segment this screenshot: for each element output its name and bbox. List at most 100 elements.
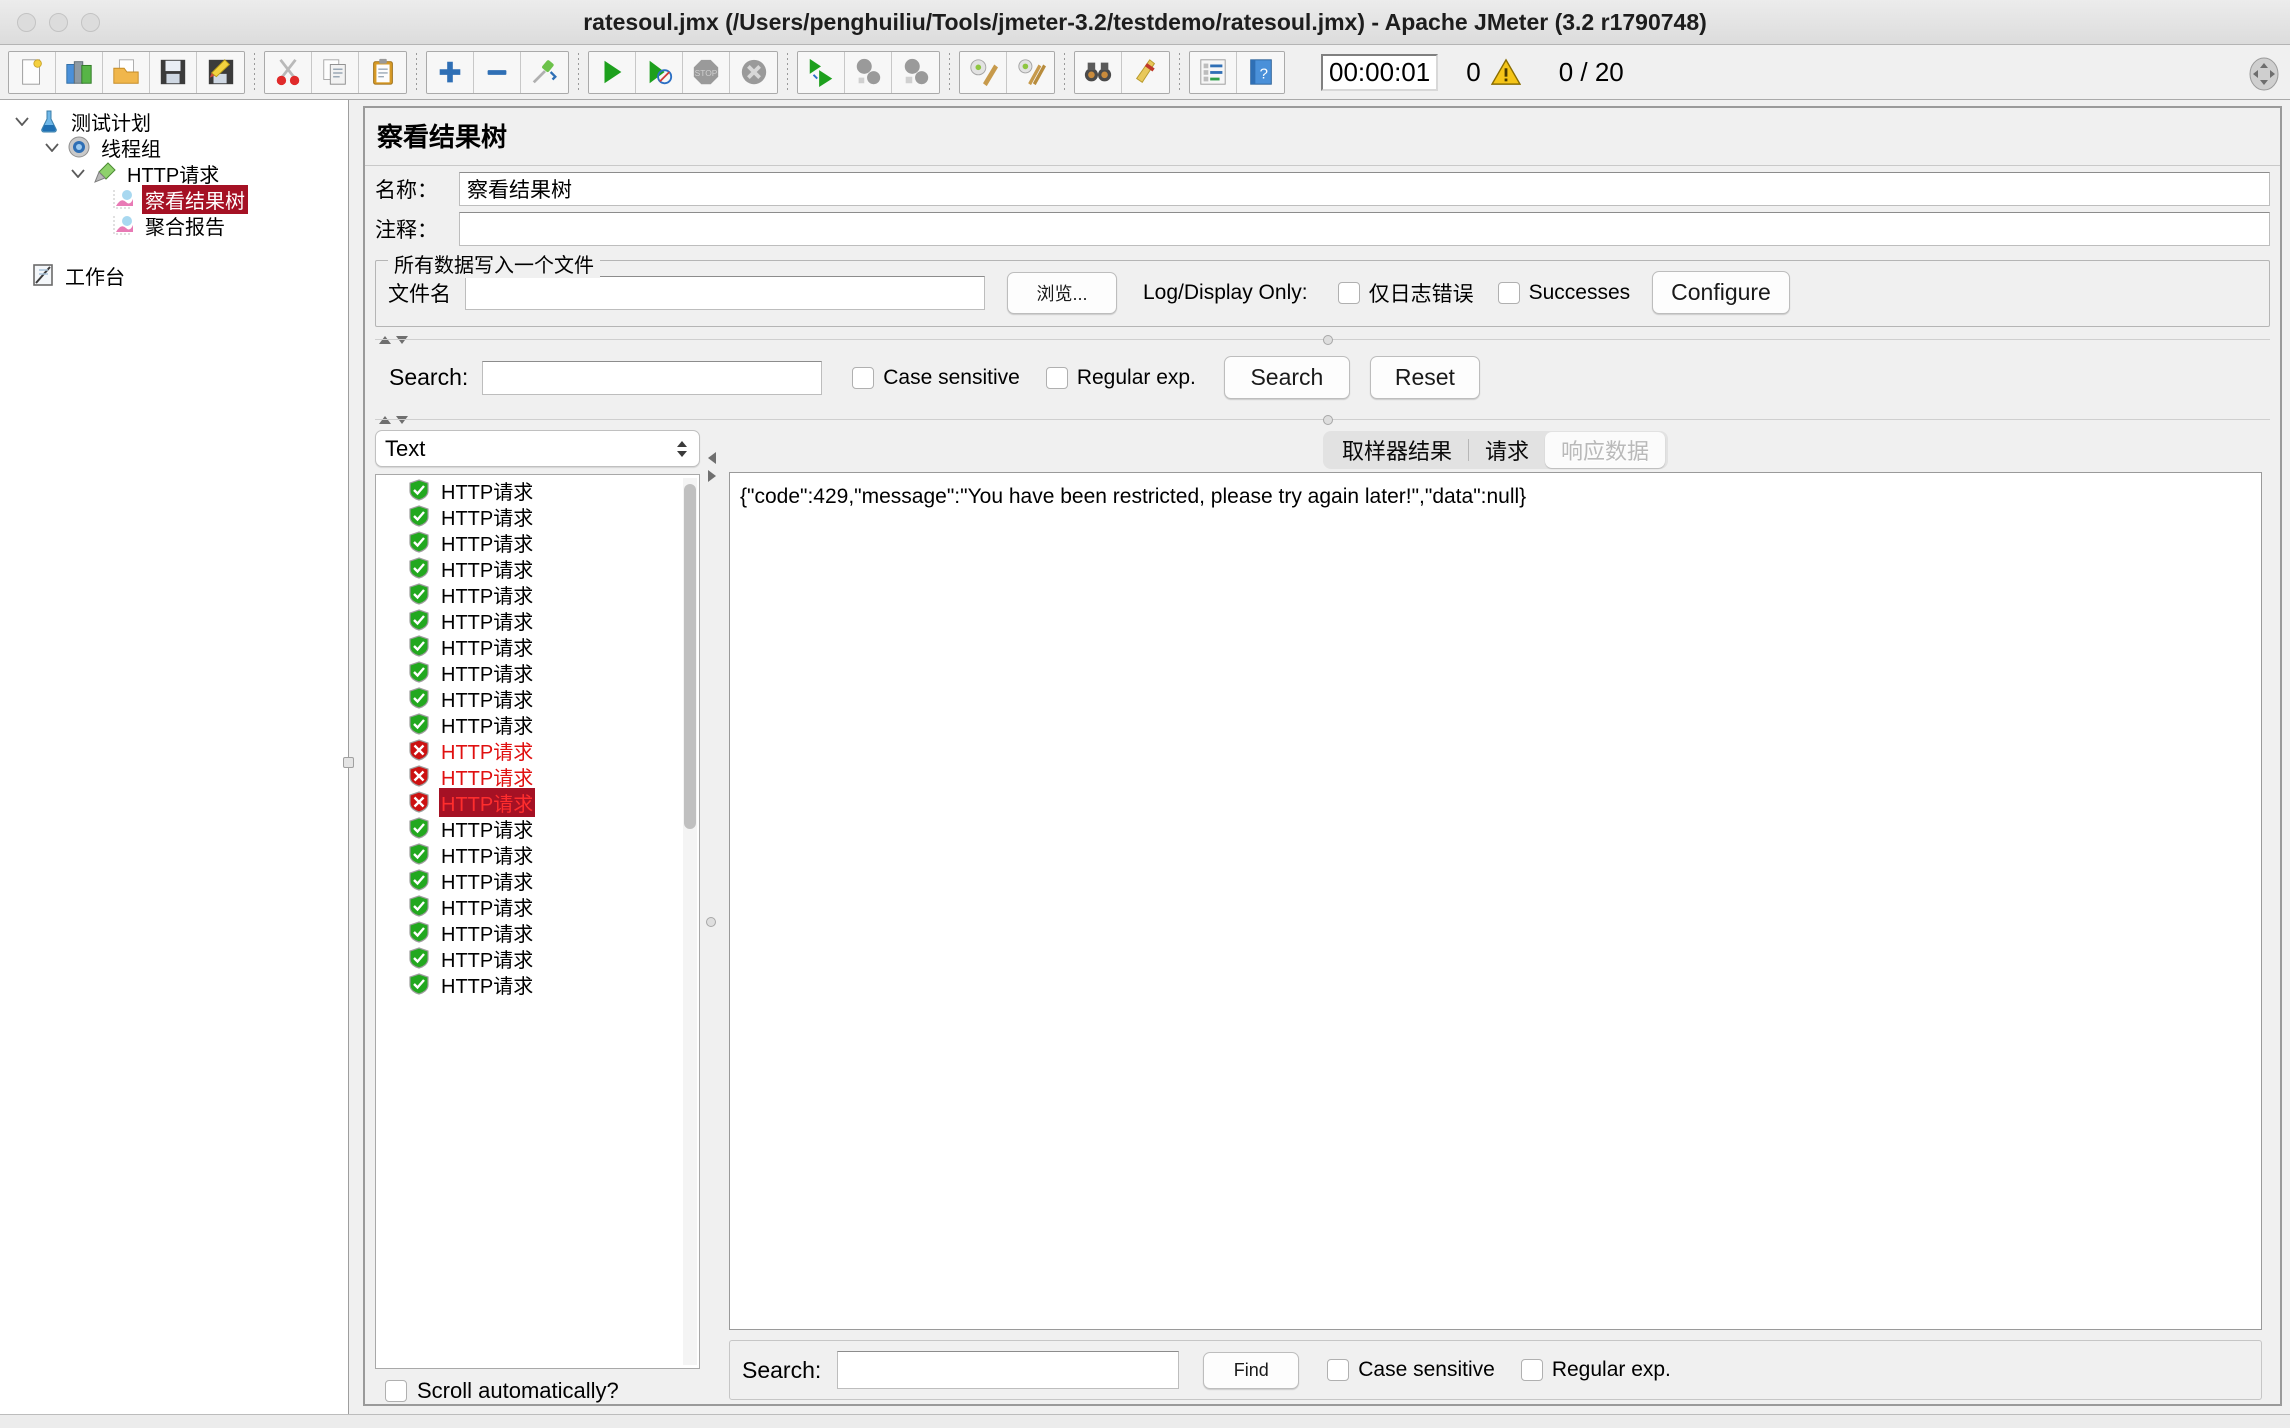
search-regex-checkbox[interactable] [1045,366,1068,389]
result-list-item[interactable]: HTTP请求 [376,737,699,764]
find-case-sensitive-checkbox[interactable] [1327,1359,1350,1381]
test-plan-tree[interactable]: 测试计划 线程组 HTTP请求 察看结果树 聚合报告 工作台 [0,100,354,1414]
result-list-item-label: HTTP请求 [441,819,534,842]
find-button[interactable]: Find [1203,1351,1300,1389]
upper-splitter[interactable] [375,331,2270,348]
copy-button[interactable] [312,51,359,93]
splitter-grip[interactable] [1322,415,1333,425]
comment-input[interactable] [459,212,2270,246]
find-regex-checkbox[interactable] [1520,1359,1543,1381]
start-button[interactable] [589,51,636,93]
remote-start-all-button[interactable] [798,51,845,93]
function-helper-button[interactable] [1190,51,1237,93]
browse-button[interactable]: 浏览... [1007,271,1117,314]
result-list-item[interactable]: HTTP请求 [376,529,699,556]
result-list-item[interactable]: HTTP请求 [376,633,699,660]
response-data-text[interactable]: {"code":429,"message":"You have been res… [729,472,2262,1330]
result-list-item[interactable]: HTTP请求 [376,477,699,504]
lower-splitter[interactable] [375,411,2270,428]
new-test-plan-button[interactable] [9,51,56,93]
result-list-item[interactable]: HTTP请求 [376,659,699,686]
find-input[interactable] [837,1351,1180,1389]
search-input[interactable] [482,360,823,395]
cut-button[interactable] [265,51,312,93]
save-as-button[interactable] [197,51,244,93]
tab-response-data[interactable]: 响应数据 [1545,432,1666,468]
results-splitter-grip[interactable] [706,917,716,927]
results-vertical-splitter[interactable] [702,430,721,1404]
reset-search-button[interactable] [1122,51,1169,93]
results-splitter-arrows[interactable] [707,452,716,482]
toggle-pin-icon-button[interactable] [521,51,568,93]
result-list-item[interactable]: HTTP请求 [376,685,699,712]
result-list-item[interactable]: HTTP请求 [376,607,699,634]
result-list-item[interactable]: HTTP请求 [376,971,699,998]
renderer-select[interactable]: Text [375,430,700,467]
templates-button[interactable] [56,51,103,93]
remote-shutdown-all-button[interactable] [892,51,939,93]
remote-stop-all-button[interactable] [845,51,892,93]
result-list-item[interactable]: HTTP请求 [376,919,699,946]
stop-button[interactable]: STOP [683,51,730,93]
chevron-down-icon[interactable] [38,142,66,152]
results-list-scrollbar-thumb[interactable] [684,484,696,829]
result-list-item[interactable]: HTTP请求 [376,841,699,868]
tree-item-view-results-tree[interactable]: 察看结果树 [0,184,348,214]
reset-button[interactable]: Reset [1369,356,1480,399]
collapse-all-button[interactable] [474,51,521,93]
paste-button[interactable] [359,51,406,93]
save-button[interactable] [150,51,197,93]
successes-checkbox-wrap[interactable]: Successes [1497,281,1630,305]
tab-request[interactable]: 请求 [1469,432,1545,468]
find-regex-wrap[interactable]: Regular exp. [1520,1358,1671,1382]
name-input[interactable]: 察看结果树 [459,172,2270,206]
result-list-item[interactable]: HTTP请求 [376,815,699,842]
search-button[interactable]: Search [1223,356,1350,399]
tree-item-test-plan[interactable]: 测试计划 [0,108,348,135]
result-list-item[interactable]: HTTP请求 [376,503,699,530]
results-list-scrollbar[interactable] [683,478,697,1365]
errors-only-checkbox-wrap[interactable]: 仅日志错误 [1337,278,1474,308]
scroll-automatically-checkbox[interactable] [385,1380,407,1402]
expand-all-button[interactable] [427,51,474,93]
tree-item-thread-group[interactable]: 线程组 [0,134,348,161]
warning-triangle-icon[interactable] [1490,58,1521,86]
help-button[interactable]: ? [1237,51,1284,93]
successes-checkbox[interactable] [1497,281,1520,304]
shutdown-button[interactable] [730,51,777,93]
chevron-updown-icon[interactable] [674,439,690,459]
search-tree-button[interactable] [1075,51,1122,93]
tree-item-http-request[interactable]: HTTP请求 [0,160,348,187]
result-list-item[interactable]: HTTP请求 [376,581,699,608]
clear-button[interactable] [960,51,1007,93]
scroll-automatically-row[interactable]: Scroll automatically? [375,1369,700,1404]
result-list-item[interactable]: HTTP请求 [376,711,699,738]
search-case-sensitive-checkbox[interactable] [852,366,875,389]
result-list-item[interactable]: HTTP请求 [376,555,699,582]
start-no-pauses-button[interactable] [636,51,683,93]
chevron-down-icon[interactable] [64,168,92,178]
tree-item-aggregate-report[interactable]: 聚合报告 [0,212,348,239]
configure-button[interactable]: Configure [1652,271,1790,314]
result-list-item[interactable]: HTTP请求 [376,945,699,972]
result-list-item[interactable]: HTTP请求 [376,893,699,920]
apple-controls-icon[interactable] [2246,56,2282,92]
splitter-grip[interactable] [1322,335,1333,345]
tree-item-workbench[interactable]: 工作台 [0,262,348,289]
result-list-item[interactable]: HTTP请求 [376,763,699,790]
filename-input[interactable] [465,275,985,310]
chevron-down-icon[interactable] [8,116,36,126]
clear-all-button[interactable] [1007,51,1054,93]
result-list-item[interactable]: HTTP请求 [376,867,699,894]
results-list[interactable]: HTTP请求 HTTP请求 HTTP请求 HTTP请求 HTTP请求 HTTP请求 HTTP… [375,474,700,1369]
find-case-sensitive-wrap[interactable]: Case sensitive [1327,1358,1495,1382]
search-regex-wrap[interactable]: Regular exp. [1045,366,1196,390]
search-case-sensitive-wrap[interactable]: Case sensitive [852,366,1020,390]
tree-splitter-handle[interactable] [343,757,354,768]
splitter-left-arrow-icon[interactable] [707,452,716,464]
errors-only-checkbox[interactable] [1337,281,1360,304]
splitter-right-arrow-icon[interactable] [707,470,716,482]
tab-sampler-result[interactable]: 取样器结果 [1326,432,1468,468]
result-list-item[interactable]: HTTP请求 [376,787,699,817]
open-button[interactable] [103,51,150,93]
